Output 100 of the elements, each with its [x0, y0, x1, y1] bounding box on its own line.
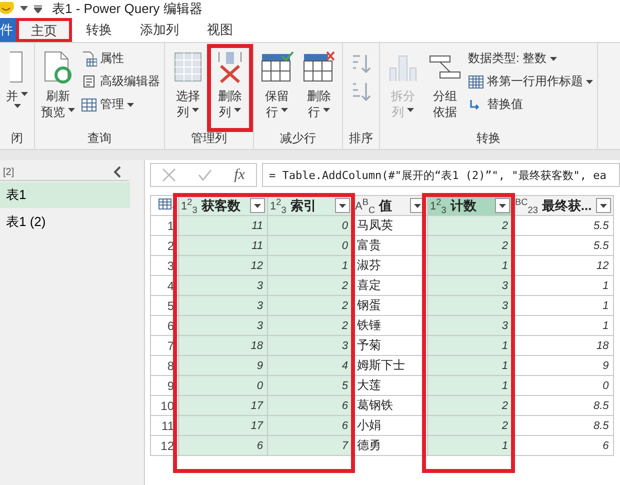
table-cell: 6: [178, 436, 268, 456]
caret-icon: [407, 108, 414, 112]
table-cell: 18: [512, 336, 614, 356]
table-cell: 姆斯下士: [352, 356, 428, 376]
table-cell: 17: [178, 396, 268, 416]
ribbon-button[interactable]: 删除 列: [210, 47, 250, 129]
formula-field[interactable]: = Table.AddColumn(#"展开的“表1 (2)”", "最终获客数", ea: [262, 163, 620, 187]
query-item[interactable]: 表1: [0, 182, 130, 208]
collapse-icon[interactable]: [113, 166, 121, 178]
table-cell: 8.5: [512, 416, 614, 436]
caret-icon: [281, 108, 288, 112]
table-cell: 淑芬: [352, 256, 428, 276]
ribbon-button[interactable]: 刷新 预览: [38, 47, 78, 129]
ribbon-tab[interactable]: 主页: [16, 18, 72, 42]
group-label: 排序: [348, 130, 374, 147]
table-cell: 德勇: [352, 436, 428, 456]
ribbon-small-button[interactable]: 管理: [80, 95, 161, 114]
caret-icon: [68, 108, 75, 112]
ribbon-tab[interactable]: 件: [0, 18, 16, 42]
caret-icon: [339, 204, 346, 208]
smiley-icon[interactable]: [0, 2, 14, 16]
caret-icon: [600, 204, 607, 208]
table-cell: 18: [178, 336, 268, 356]
filter-dropdown[interactable]: [250, 198, 265, 213]
query-item[interactable]: 表1 (2): [0, 209, 130, 235]
table-cell: 大莲: [352, 376, 428, 396]
table-cell: 1: [428, 376, 512, 396]
table-cell: 予菊: [352, 336, 428, 356]
table-cell: 1: [428, 336, 512, 356]
ribbon-small-button[interactable]: 替换值: [467, 95, 594, 114]
table-cell: 1: [512, 296, 614, 316]
table-cell: 喜定: [352, 276, 428, 296]
table-cell: 4: [268, 356, 352, 376]
table-cell: 17: [178, 416, 268, 436]
caret-icon: [192, 108, 199, 112]
table-cell: 2: [428, 236, 512, 256]
table-cell: 6: [268, 416, 352, 436]
ribbon-small-button[interactable]: 数据类型: 整数: [467, 49, 594, 68]
filter-dropdown[interactable]: [335, 198, 350, 213]
table-cell: 11: [178, 216, 268, 236]
column-header[interactable]: A$^{B}$$_{C}$ 值: [352, 196, 428, 216]
table-cell: 6: [268, 396, 352, 416]
caret-icon: [586, 80, 593, 84]
table-cell: 富贵: [352, 236, 428, 256]
ribbon-tab[interactable]: 视图: [193, 18, 247, 42]
script-icon: [81, 74, 97, 90]
dropdown-icon[interactable]: [20, 6, 28, 12]
caret-icon: [127, 102, 134, 106]
table-cell: 0: [268, 216, 352, 236]
table-cell: 0: [268, 236, 352, 256]
ribbon-button[interactable]: 选择 列: [168, 47, 208, 129]
ribbon-button[interactable]: 删除 行: [299, 47, 339, 129]
table-cell: 2: [268, 316, 352, 336]
ribbon-tab[interactable]: 转换: [72, 18, 126, 42]
grid-icon: [81, 98, 97, 112]
table-cell: 8.5: [512, 396, 614, 416]
table-cell: 12: [512, 256, 614, 276]
grid-icon: [468, 74, 484, 88]
table-cell: 1: [428, 436, 512, 456]
customize-toolbar-icon[interactable]: [34, 5, 42, 13]
ribbon-tab[interactable]: 添加列: [126, 18, 193, 42]
table-cell: 6: [512, 436, 614, 456]
ribbon-button[interactable]: 分组 依据: [425, 47, 465, 129]
group-label: 管理列: [190, 130, 228, 147]
ribbon-small-button[interactable]: 高级编辑器: [80, 72, 161, 91]
table-cell: 3: [428, 296, 512, 316]
document-icon: [10, 50, 24, 84]
table-cell: 铁锤: [352, 316, 428, 336]
filter-dropdown[interactable]: [596, 198, 611, 213]
ribbon-button[interactable]: 保留 行: [257, 47, 297, 129]
table-cell: 5.5: [512, 236, 614, 256]
table-cell: 葛钢铁: [352, 396, 428, 416]
table-cell: 马凤英: [352, 216, 428, 236]
caret-icon: [323, 108, 330, 112]
table-cell: 3: [178, 276, 268, 296]
properties-icon: [81, 50, 97, 66]
group-label: 转换: [476, 130, 502, 147]
table-cell: 3: [178, 296, 268, 316]
table-cell: 2: [268, 296, 352, 316]
table-cell: 3: [428, 316, 512, 336]
table-cell: 2: [428, 396, 512, 416]
caret-icon: [550, 56, 557, 60]
table-cell: 7: [268, 436, 352, 456]
table-cell: 0: [512, 376, 614, 396]
ribbon-button[interactable]: 并: [3, 47, 31, 129]
check-icon[interactable]: [198, 169, 212, 181]
table-cell: 1: [512, 316, 614, 336]
ribbon-small-button[interactable]: 将第一行用作标题: [467, 72, 594, 91]
table-cell: 0: [178, 376, 268, 396]
table-cell: 5: [268, 376, 352, 396]
table-cell: 9: [178, 356, 268, 376]
table-cell: 2: [428, 216, 512, 236]
filter-dropdown[interactable]: [495, 198, 510, 213]
ribbon-small-button[interactable]: 属性: [80, 49, 161, 68]
table-cell: 1: [512, 276, 614, 296]
remove-rows-icon: [302, 50, 336, 84]
table-cell: 3: [268, 336, 352, 356]
table-cell: 5.5: [512, 216, 614, 236]
table-cell: 11: [178, 236, 268, 256]
caret-icon: [499, 204, 506, 208]
